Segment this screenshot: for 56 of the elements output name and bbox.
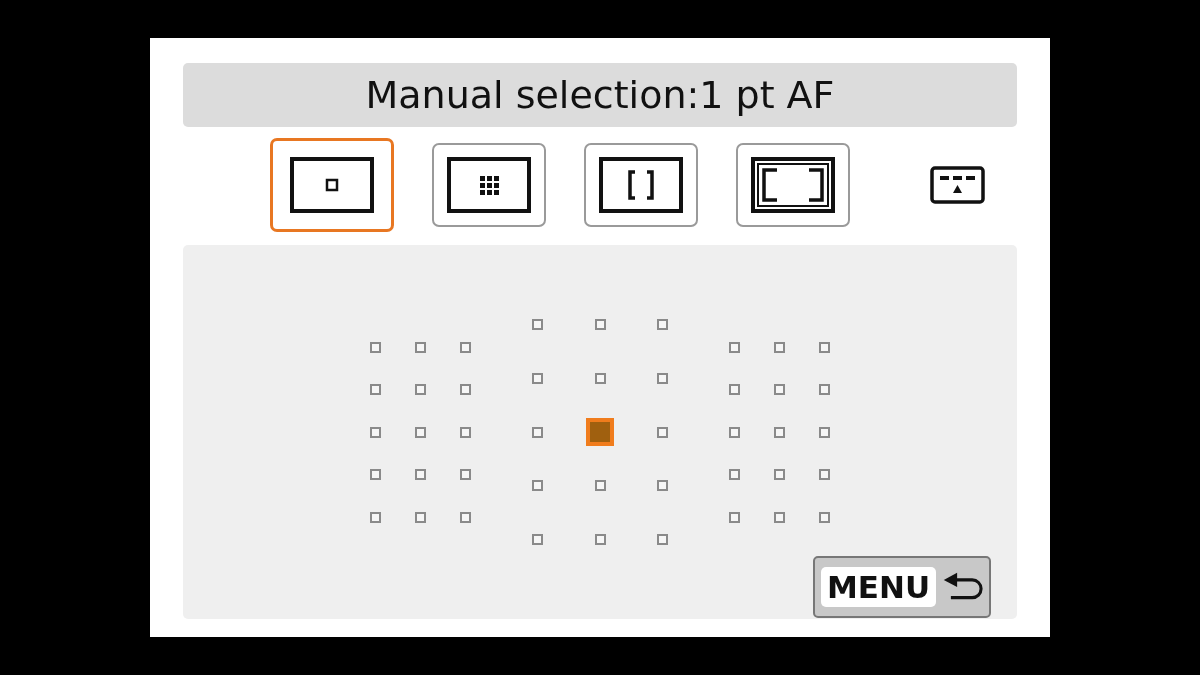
- af-point[interactable]: [657, 534, 668, 545]
- af-point[interactable]: [729, 341, 740, 353]
- af-point[interactable]: [415, 511, 426, 523]
- af-point[interactable]: [415, 341, 426, 353]
- af-point[interactable]: [532, 372, 543, 384]
- af-area-icon: [751, 157, 835, 213]
- menu-button[interactable]: MENU: [813, 556, 991, 618]
- af-point[interactable]: [532, 319, 543, 330]
- af-point[interactable]: [729, 426, 740, 438]
- af-point[interactable]: [819, 426, 830, 438]
- af-point[interactable]: [370, 384, 381, 395]
- af-point[interactable]: [657, 372, 668, 384]
- af-point[interactable]: [774, 384, 785, 395]
- display-icon[interactable]: [930, 166, 985, 204]
- af-point[interactable]: [819, 341, 830, 353]
- af-mode-button[interactable]: [270, 138, 394, 232]
- af-area-icon: [599, 157, 683, 213]
- af-point[interactable]: [532, 426, 543, 438]
- af-point[interactable]: [657, 480, 668, 492]
- af-point[interactable]: [370, 511, 381, 523]
- af-point[interactable]: [819, 384, 830, 395]
- af-point[interactable]: [460, 341, 471, 353]
- af-point[interactable]: [774, 426, 785, 438]
- af-point[interactable]: [370, 341, 381, 353]
- af-point[interactable]: [415, 426, 426, 438]
- af-point[interactable]: [819, 511, 830, 523]
- af-area-icon: [290, 157, 374, 213]
- af-point[interactable]: [729, 384, 740, 395]
- af-point[interactable]: [774, 341, 785, 353]
- af-mode-button[interactable]: [432, 143, 546, 227]
- af-point[interactable]: [460, 469, 471, 480]
- af-point[interactable]: [594, 534, 606, 545]
- af-point[interactable]: [594, 480, 606, 492]
- af-point[interactable]: [370, 426, 381, 438]
- af-area-icon: [447, 157, 531, 213]
- af-point[interactable]: [657, 426, 668, 438]
- af-point[interactable]: [532, 480, 543, 492]
- af-point[interactable]: [415, 469, 426, 480]
- af-point[interactable]: [819, 469, 830, 480]
- af-mode-button[interactable]: [736, 143, 850, 227]
- af-point[interactable]: [594, 372, 606, 384]
- af-point[interactable]: [586, 418, 614, 446]
- af-point[interactable]: [729, 511, 740, 523]
- af-point[interactable]: [370, 469, 381, 480]
- af-point[interactable]: [415, 384, 426, 395]
- af-point[interactable]: [532, 534, 543, 545]
- af-point[interactable]: [460, 384, 471, 395]
- af-mode-button[interactable]: [584, 143, 698, 227]
- af-point[interactable]: [729, 469, 740, 480]
- af-point[interactable]: [774, 511, 785, 523]
- af-point[interactable]: [774, 469, 785, 480]
- af-point[interactable]: [657, 319, 668, 330]
- af-point[interactable]: [460, 426, 471, 438]
- af-point[interactable]: [594, 319, 606, 330]
- screen-title: Manual selection:1 pt AF: [183, 63, 1017, 127]
- af-point[interactable]: [460, 511, 471, 523]
